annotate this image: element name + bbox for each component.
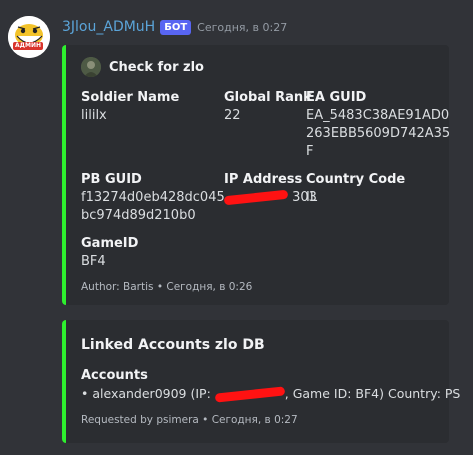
field-ip-address: IP Address 303: [223, 171, 317, 207]
bot-badge: БОТ: [160, 19, 192, 35]
ip-value: 303: [223, 189, 317, 207]
account-prefix: • alexander0909 (IP:: [81, 386, 215, 401]
field-name: Global Rank: [224, 90, 312, 105]
field-value: 22: [224, 108, 241, 123]
bot-avatar[interactable]: АДМИН: [8, 16, 50, 58]
field-value-line: EA_5483C38AE91AD0: [306, 108, 450, 123]
linked-accounts-embed: Linked Accounts zlo DB Accounts • alexan…: [62, 320, 460, 443]
field-value: lililx: [81, 108, 107, 123]
avatar-admin-label: АДМИН: [13, 42, 44, 50]
field-name: PB GUID: [81, 172, 142, 187]
embed-footer: Requested by psimera • Сегодня, в 0:27: [81, 414, 298, 426]
field-global-rank: Global Rank 22: [224, 89, 312, 125]
field-name: IP Address: [224, 172, 303, 187]
embed-author-name: Check for zlo: [109, 59, 204, 75]
username[interactable]: 3Jlou_ADMuH: [62, 19, 155, 35]
field-name: Accounts: [81, 368, 148, 383]
field-name: Country Code: [306, 172, 406, 187]
message-header: 3Jlou_ADMuH БОТ Сегодня, в 0:27: [62, 17, 287, 37]
bot-message: АДМИН 3Jlou_ADMuH БОТ Сегодня, в 0:27 Ch…: [0, 0, 473, 455]
account-entry: • alexander0909 (IP: , Game ID: BF4) Cou…: [81, 385, 460, 403]
field-name: EA GUID: [306, 90, 367, 105]
field-value: BF4: [81, 254, 106, 269]
field-value-line: bc974d89d210b0: [81, 208, 196, 223]
field-country-code: Country Code IL: [306, 171, 405, 207]
field-accounts: Accounts • alexander0909 (IP: , Game ID:…: [81, 367, 460, 403]
troll-face-icon: [8, 16, 50, 58]
field-game-id: GameID BF4: [81, 235, 138, 271]
field-value-line: f13274d0eb428dc045: [81, 190, 225, 205]
account-suffix: , Game ID: BF4) Country: PS: [284, 386, 461, 401]
field-name: GameID: [81, 236, 139, 251]
field-pb-guid: PB GUID f13274d0eb428dc045 bc974d89d210b…: [81, 171, 225, 225]
field-ea-guid: EA GUID EA_5483C38AE91AD0 263EBB5609D742…: [306, 89, 450, 161]
embed-author: Check for zlo: [81, 57, 204, 77]
account-ip-redaction-mark: [214, 386, 286, 403]
embed-title: Linked Accounts zlo DB: [81, 337, 265, 353]
soldier-icon: [81, 57, 101, 77]
check-embed: Check for zlo Soldier Name lililx Global…: [62, 45, 450, 305]
message-timestamp[interactable]: Сегодня, в 0:27: [197, 21, 287, 34]
field-soldier-name: Soldier Name lililx: [81, 89, 179, 125]
embed-footer: Author: Bartis • Сегодня, в 0:26: [81, 281, 253, 293]
field-value-line: 263EBB5609D742A35: [306, 126, 451, 141]
field-value: IL: [306, 190, 318, 205]
field-value-line: F: [306, 144, 314, 159]
ip-redaction-mark: [223, 189, 289, 206]
field-name: Soldier Name: [81, 90, 180, 105]
